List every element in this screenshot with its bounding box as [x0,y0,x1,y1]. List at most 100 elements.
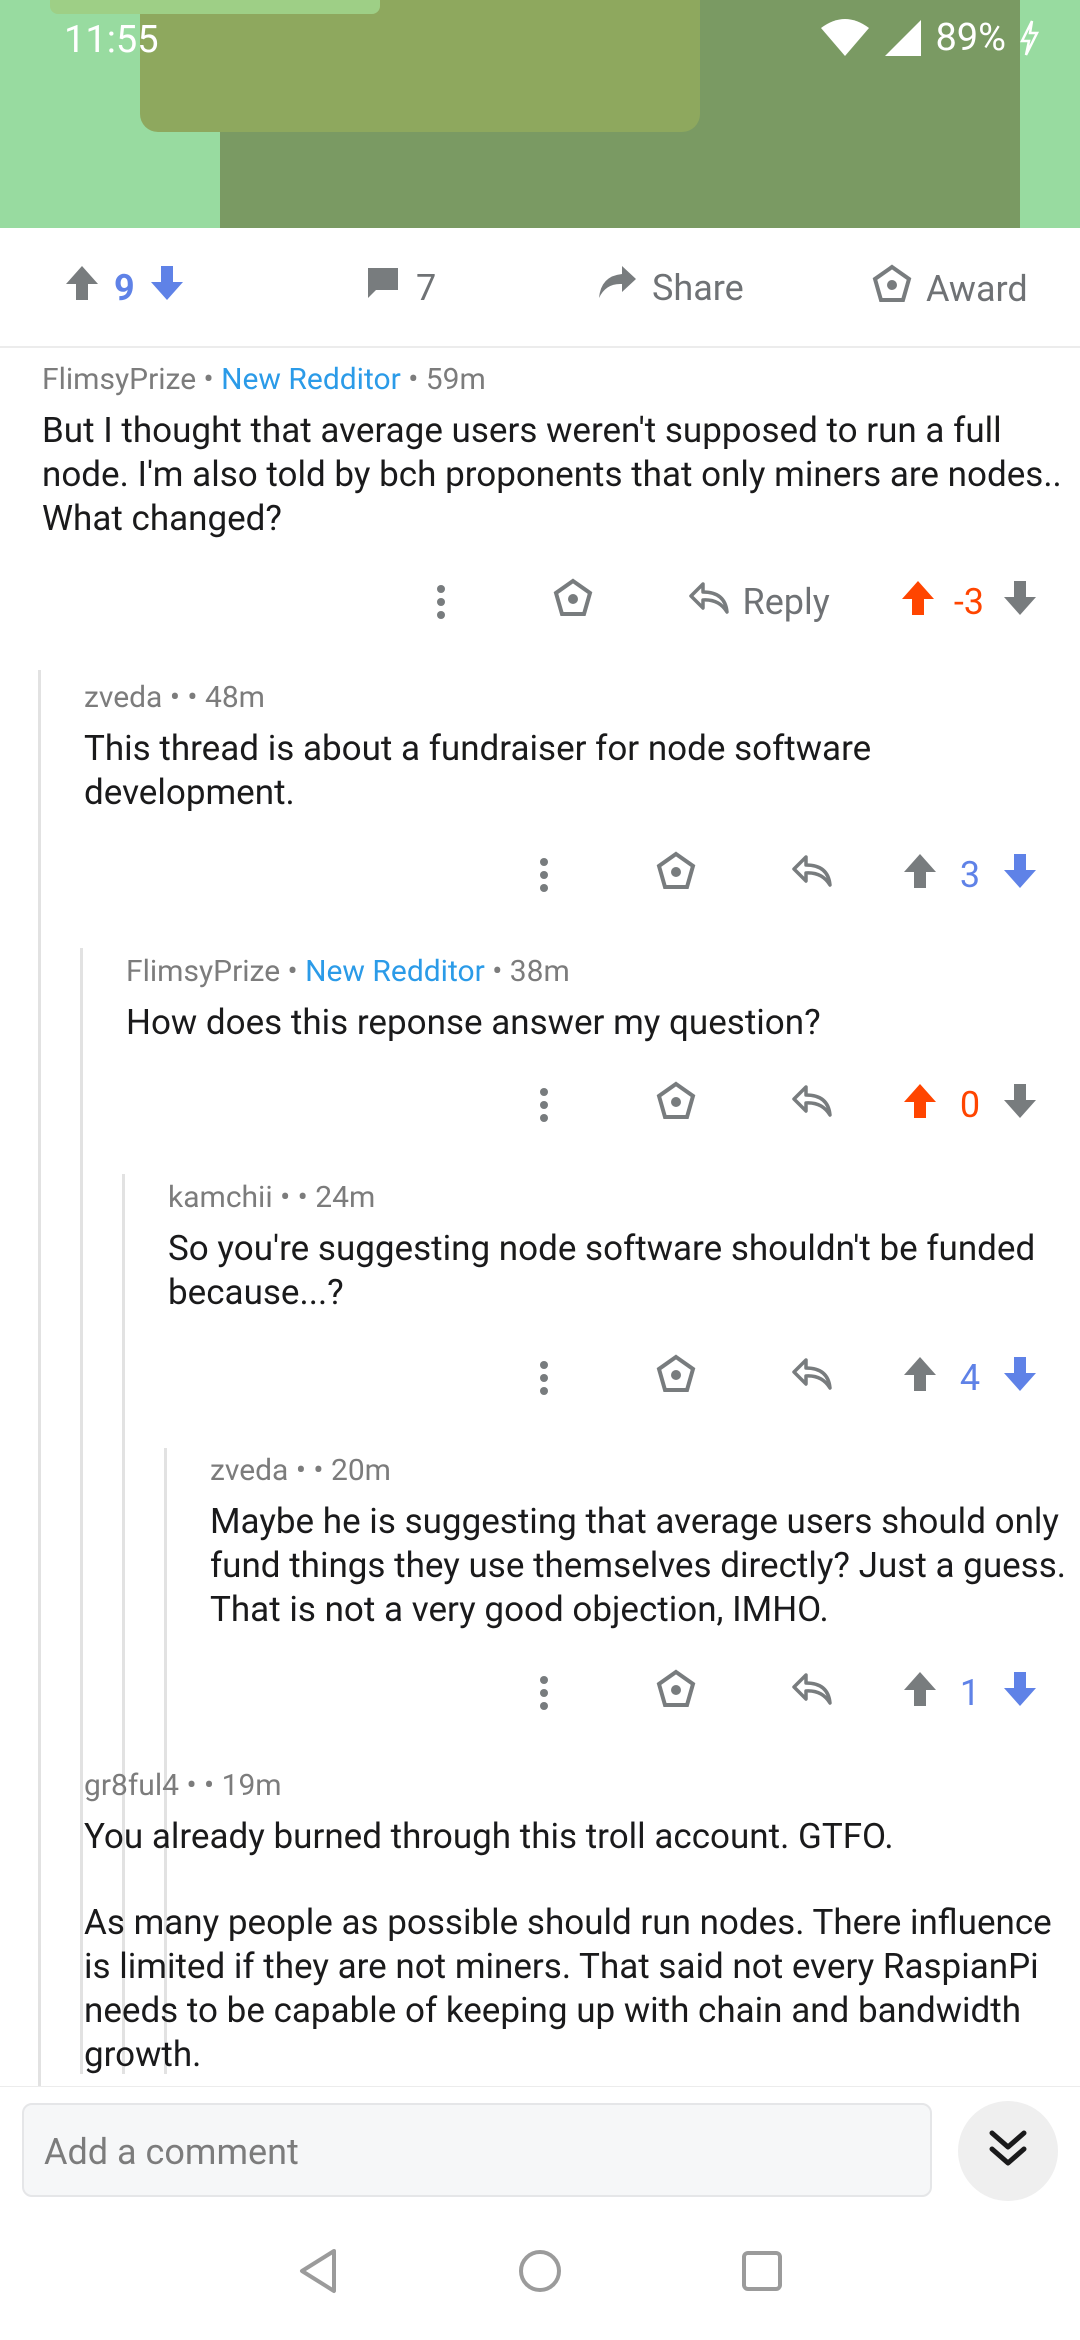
back-nav-icon[interactable] [296,2247,340,2299]
reply-icon [792,1084,832,1126]
downvote-icon[interactable] [1002,1082,1038,1129]
downvote-icon[interactable] [1002,579,1038,626]
downvote-icon[interactable] [149,264,185,311]
comment-time: 59m [425,362,486,397]
comment-body: Maybe he is suggesting that average user… [210,1501,1067,1630]
more-options-icon[interactable] [524,1087,564,1123]
downvote-icon[interactable] [1002,1355,1038,1402]
comment-meta: zveda • • 20m [210,1453,391,1488]
add-comment-input[interactable]: Add a comment [22,2103,932,2197]
comment-author[interactable]: zveda [210,1453,288,1488]
thread-line[interactable] [38,670,41,2086]
more-options-icon[interactable] [524,1360,564,1396]
status-bar: 11:55 89% [0,0,1080,80]
thread-line[interactable] [80,948,83,2074]
share-label: Share [652,266,744,309]
signal-icon [883,18,923,58]
comment: gr8ful4 • • 19m You already burned throu… [84,1768,1064,2077]
reply-button[interactable] [792,1084,832,1126]
comment: FlimsyPrize • New Redditor • 38m How doe… [126,954,1066,1045]
comment-author[interactable]: zveda [84,680,162,715]
comment-meta: zveda • • 48m [84,680,265,715]
comment-meta: FlimsyPrize • New Redditor • 59m [42,362,486,397]
downvote-icon[interactable] [1002,1670,1038,1717]
comment-time: 20m [330,1453,391,1488]
more-options-icon[interactable] [421,584,461,620]
comment-score: 0 [959,1084,981,1126]
battery-percent: 89% [935,16,1006,60]
comment-body: How does this reponse answer my question… [126,1002,821,1043]
comment-meta: gr8ful4 • • 19m [84,1768,282,1803]
comment-actions: 4 [524,1353,1038,1403]
vote-group: 1 [902,1670,1038,1717]
share-button[interactable]: Share [596,264,744,311]
comment-list: FlimsyPrize • New Redditor • 59m But I t… [0,350,1080,2086]
comment-score: 4 [959,1357,981,1399]
award-icon [872,264,912,313]
comment-author[interactable]: FlimsyPrize [126,954,280,989]
downvote-icon[interactable] [1002,852,1038,899]
more-options-icon[interactable] [524,1675,564,1711]
comment-body: But I thought that average users weren't… [42,410,1062,539]
upvote-icon[interactable] [902,852,938,899]
bottom-bar: Add a comment [0,2086,1080,2340]
reply-icon [792,854,832,896]
reply-icon [792,1672,832,1714]
post-score: 9 [114,266,135,309]
post-vote-group: 9 [64,264,185,311]
comment-count: 7 [416,266,437,309]
vote-group: 3 [902,852,1038,899]
comment-actions: Reply -3 [421,577,1038,627]
comment-author[interactable]: kamchii [168,1180,273,1215]
charging-icon [1018,19,1040,57]
comment: kamchii • • 24m So you're suggesting nod… [168,1180,1068,1315]
comment-meta: FlimsyPrize • New Redditor • 38m [126,954,570,989]
reply-button[interactable] [792,1672,832,1714]
vote-group: 4 [902,1355,1038,1402]
award-button[interactable]: Award [872,264,1028,313]
award-icon[interactable] [656,851,696,900]
user-flair: New Redditor [305,954,485,989]
comment-actions: 3 [524,850,1038,900]
status-time: 11:55 [64,18,159,62]
reply-icon [792,1357,832,1399]
comment-body: This thread is about a fundraiser for no… [84,728,872,813]
comments-button[interactable]: 7 [364,264,436,311]
home-nav-icon[interactable] [516,2247,564,2299]
recents-nav-icon[interactable] [740,2247,784,2299]
double-chevron-down-icon [986,2127,1030,2175]
comment: zveda • • 48m This thread is about a fun… [84,680,1064,815]
comment-author[interactable]: gr8ful4 [84,1768,179,1803]
collapse-threads-button[interactable] [958,2101,1058,2201]
award-icon[interactable] [656,1354,696,1403]
system-nav-bar [0,2247,1080,2337]
award-icon[interactable] [656,1081,696,1130]
comment-body: So you're suggesting node software shoul… [168,1228,1036,1313]
user-flair: New Redditor [221,362,401,397]
award-label: Award [926,267,1028,310]
more-options-icon[interactable] [524,857,564,893]
upvote-icon[interactable] [902,1670,938,1717]
reply-button[interactable] [792,1357,832,1399]
upvote-icon[interactable] [64,264,100,311]
vote-group: -3 [900,579,1038,626]
comment-author[interactable]: FlimsyPrize [42,362,196,397]
reply-icon [688,581,729,623]
comment-body: You already burned through this troll ac… [84,1816,894,1857]
award-icon[interactable] [656,1669,696,1718]
comment-score: 1 [959,1672,981,1714]
upvote-icon[interactable] [900,579,936,626]
comment-actions: 0 [524,1080,1038,1130]
reply-button[interactable]: Reply [688,581,830,623]
reply-button[interactable] [792,854,832,896]
comment-actions: 1 [524,1668,1038,1718]
reply-label: Reply [742,581,830,623]
wifi-icon [819,18,871,58]
award-icon[interactable] [553,578,593,627]
upvote-icon[interactable] [902,1355,938,1402]
comment: FlimsyPrize • New Redditor • 59m But I t… [42,362,1062,541]
post-action-bar: 9 7 Share Award [0,228,1080,348]
comment-time: 24m [315,1180,376,1215]
upvote-icon[interactable] [902,1082,938,1129]
share-icon [596,264,638,311]
